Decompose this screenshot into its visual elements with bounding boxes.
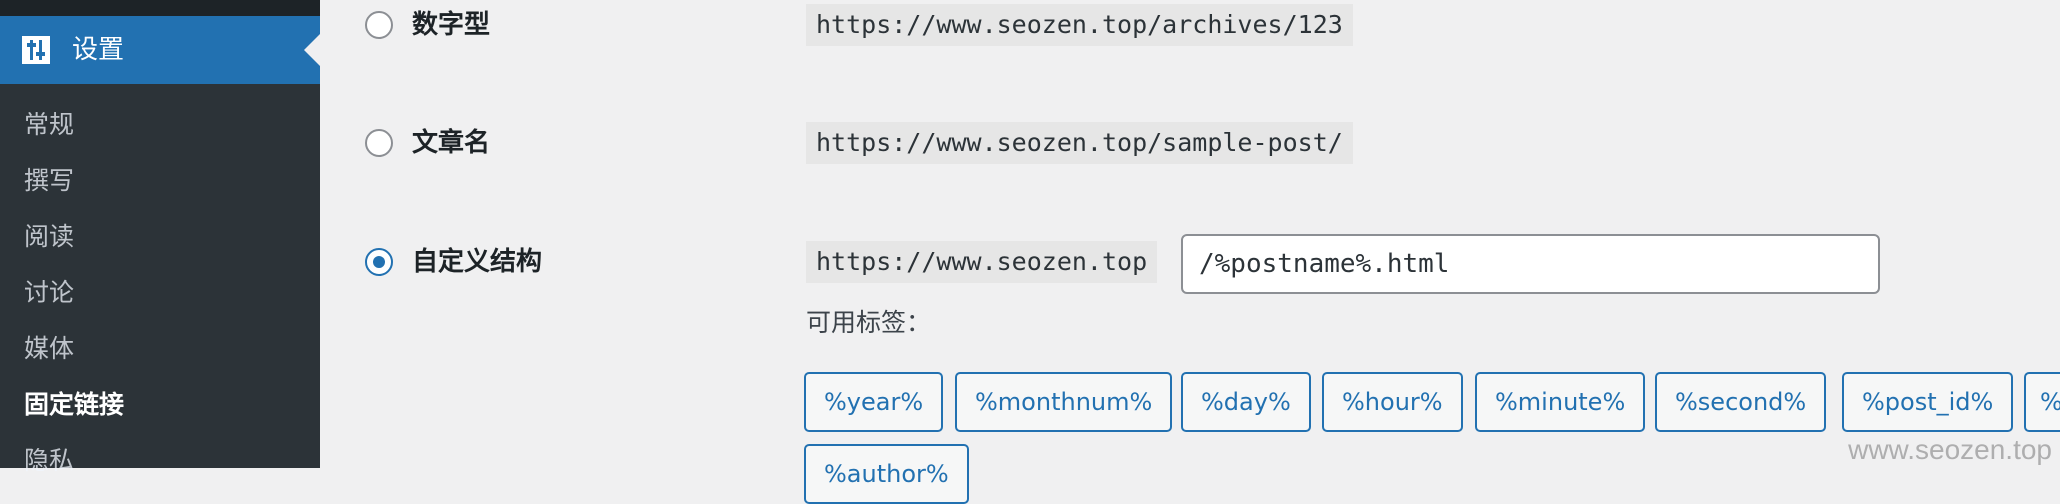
settings-submenu: 常规 撰写 阅读 讨论 媒体 固定链接 隐私: [0, 84, 320, 475]
option-label-post-name[interactable]: 文章名: [412, 126, 490, 160]
settings-sliders-icon: [22, 36, 50, 64]
option-label-numeric[interactable]: 数字型: [412, 8, 490, 42]
sidebar-previous-item: [0, 0, 320, 16]
radio-numeric[interactable]: [365, 11, 393, 39]
current-menu-arrow: [304, 34, 320, 66]
sidebar-item-label: 设置: [72, 35, 125, 65]
submenu-item-general[interactable]: 常规: [24, 108, 74, 142]
tag-button-author[interactable]: %author%: [804, 444, 969, 504]
radio-post-name[interactable]: [365, 129, 393, 157]
submenu-item-privacy[interactable]: 隐私: [24, 444, 74, 478]
tag-button-monthnum[interactable]: %monthnum%: [955, 372, 1173, 432]
watermark: www.seozen.top: [1848, 434, 2052, 465]
example-url-numeric: https://www.seozen.top/archives/123: [806, 4, 1353, 46]
tag-button-post-id[interactable]: %post_id%: [1842, 372, 2014, 432]
admin-sidebar: 设置 常规 撰写 阅读 讨论 媒体 固定链接 隐私: [0, 0, 320, 475]
tag-button-hour[interactable]: %hour%: [1322, 372, 1463, 432]
submenu-item-permalinks[interactable]: 固定链接: [24, 388, 124, 422]
available-tags-label: 可用标签：: [806, 308, 932, 337]
option-label-custom-structure[interactable]: 自定义结构: [412, 245, 542, 279]
submenu-item-reading[interactable]: 阅读: [24, 220, 74, 254]
tag-button-truncated[interactable]: %: [2024, 372, 2060, 432]
submenu-item-writing[interactable]: 撰写: [24, 164, 74, 198]
tag-button-second[interactable]: %second%: [1655, 372, 1827, 432]
tag-button-day[interactable]: %day%: [1181, 372, 1311, 432]
sidebar-item-settings[interactable]: 设置: [0, 16, 320, 84]
tag-button-minute[interactable]: %minute%: [1475, 372, 1646, 432]
custom-structure-input[interactable]: [1181, 234, 1880, 294]
submenu-item-media[interactable]: 媒体: [24, 332, 74, 366]
custom-structure-prefix: https://www.seozen.top: [806, 241, 1158, 283]
tag-button-year[interactable]: %year%: [804, 372, 944, 432]
example-url-post-name: https://www.seozen.top/sample-post/: [806, 122, 1353, 164]
radio-custom-structure[interactable]: [365, 248, 393, 276]
submenu-item-discussion[interactable]: 讨论: [24, 276, 74, 310]
